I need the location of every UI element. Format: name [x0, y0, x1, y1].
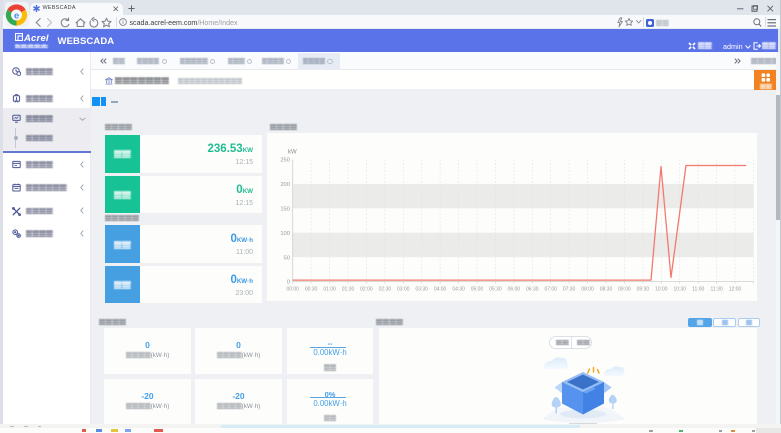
svg-text:03:30: 03:30 — [415, 287, 428, 293]
svg-text:04:30: 04:30 — [452, 287, 465, 293]
svg-text:05:30: 05:30 — [489, 287, 502, 293]
svg-text:50: 50 — [284, 255, 290, 261]
svg-text:02:30: 02:30 — [379, 287, 392, 293]
svg-text:05:00: 05:00 — [471, 287, 484, 293]
svg-text:01:00: 01:00 — [323, 287, 336, 293]
svg-text:06:30: 06:30 — [526, 287, 539, 293]
svg-text:08:00: 08:00 — [581, 287, 594, 293]
svg-text:0: 0 — [287, 280, 290, 286]
svg-text:11:30: 11:30 — [711, 287, 723, 293]
svg-text:kW: kW — [288, 150, 297, 156]
svg-text:10:30: 10:30 — [673, 287, 686, 293]
svg-text:250: 250 — [280, 158, 290, 164]
svg-text:200: 200 — [280, 182, 290, 188]
svg-text:04:00: 04:00 — [434, 287, 447, 293]
svg-text:06:00: 06:00 — [508, 287, 521, 293]
svg-text:100: 100 — [280, 231, 290, 237]
svg-text:10:00: 10:00 — [655, 287, 668, 293]
svg-text:08:30: 08:30 — [600, 287, 613, 293]
svg-text:11:00: 11:00 — [692, 287, 704, 293]
svg-text:07:30: 07:30 — [563, 287, 576, 293]
svg-text:12:00: 12:00 — [729, 287, 742, 293]
svg-text:09:00: 09:00 — [618, 287, 631, 293]
svg-text:150: 150 — [280, 207, 290, 213]
svg-text:03:00: 03:00 — [397, 287, 410, 293]
svg-text:02:00: 02:00 — [360, 287, 373, 293]
svg-text:07:00: 07:00 — [544, 287, 557, 293]
svg-text:01:30: 01:30 — [342, 287, 355, 293]
svg-text:00:30: 00:30 — [305, 287, 318, 293]
svg-text:00:00: 00:00 — [286, 287, 299, 293]
svg-text:e: e — [14, 9, 19, 20]
svg-text:09:30: 09:30 — [637, 287, 650, 293]
